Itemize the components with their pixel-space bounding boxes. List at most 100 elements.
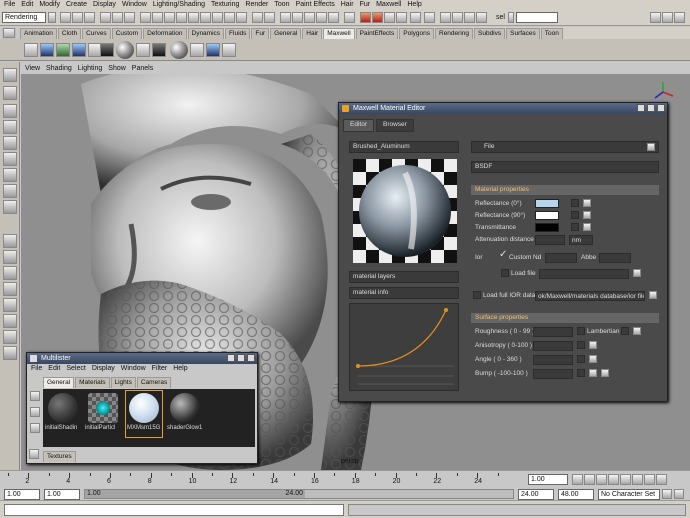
- render-view-layout-icon[interactable]: [3, 346, 17, 360]
- current-frame-input[interactable]: 1.00: [528, 474, 568, 485]
- browse-ior-folder-icon[interactable]: [649, 291, 657, 299]
- select-hierarchy-icon[interactable]: [100, 12, 111, 23]
- menu-modify[interactable]: Modify: [39, 0, 60, 10]
- maxwell-export-icon[interactable]: [222, 43, 236, 57]
- abbe-input[interactable]: [599, 253, 631, 263]
- snap-grid-icon[interactable]: [280, 12, 291, 23]
- swatch-shader-glow[interactable]: shaderGlow1: [167, 391, 203, 435]
- shelf-tab-subdivs[interactable]: Subdivs: [474, 28, 506, 39]
- snap-curve-icon[interactable]: [292, 12, 303, 23]
- go-to-end-icon[interactable]: [656, 474, 667, 485]
- material-preview-sphere-icon[interactable]: [170, 41, 188, 59]
- material-properties-header[interactable]: Material properties: [471, 185, 659, 195]
- shelf-tab-hair[interactable]: Hair: [302, 28, 323, 39]
- roughness-map-icon[interactable]: [633, 327, 641, 335]
- material-name-field[interactable]: Brushed_Aluminum: [349, 141, 459, 153]
- single-perspective-layout-icon[interactable]: [3, 234, 17, 248]
- menu-texturing[interactable]: Texturing: [211, 0, 239, 10]
- new-scene-icon[interactable]: [60, 12, 71, 23]
- viewport-menu-show[interactable]: Show: [108, 65, 126, 72]
- render-current-frame-icon[interactable]: [360, 12, 371, 23]
- bsdf-field[interactable]: BSDF: [471, 161, 659, 173]
- construction-history-icon[interactable]: [344, 12, 355, 23]
- maximize-button[interactable]: [647, 104, 655, 112]
- shelf-tab-fluids[interactable]: Fluids: [225, 28, 251, 39]
- reflectance-90-map-icon[interactable]: [583, 211, 591, 219]
- ml-swap-icon[interactable]: [29, 449, 39, 459]
- ml-display-icon[interactable]: [30, 391, 40, 401]
- lambertian-checkbox[interactable]: [621, 327, 629, 335]
- quick-selection-input[interactable]: [516, 12, 558, 23]
- step-back-frame-icon[interactable]: [596, 474, 607, 485]
- play-forwards-icon[interactable]: [620, 474, 631, 485]
- auto-key-icon[interactable]: [662, 489, 672, 499]
- mme-title-bar[interactable]: Maxwell Material Editor: [339, 103, 667, 114]
- bump-input[interactable]: [533, 369, 573, 379]
- browse-folder-icon[interactable]: [633, 269, 641, 277]
- roughness-input[interactable]: [533, 327, 573, 337]
- anisotropy-map-icon[interactable]: [589, 341, 597, 349]
- step-forward-frame-icon[interactable]: [632, 474, 643, 485]
- render-globals-icon[interactable]: [384, 12, 395, 23]
- viewport-menu-panels[interactable]: Panels: [132, 65, 153, 72]
- range-slider-handle[interactable]: 1.00 24.00: [85, 490, 305, 498]
- load-file-checkbox[interactable]: [501, 269, 509, 277]
- shelf-tab-painteffects[interactable]: PaintEffects: [355, 28, 399, 39]
- shelf-tab-animation[interactable]: Animation: [20, 28, 57, 39]
- maxwell-sky-icon[interactable]: [100, 43, 114, 57]
- shelf-tab-toon[interactable]: Toon: [540, 28, 563, 39]
- layout-single-icon[interactable]: [650, 12, 661, 23]
- menu-edit[interactable]: Edit: [21, 0, 33, 10]
- hypershade-icon[interactable]: [396, 12, 407, 23]
- select-object-icon[interactable]: [112, 12, 123, 23]
- pick-misc-icon[interactable]: [236, 12, 247, 23]
- scale-tool-icon[interactable]: [3, 152, 17, 166]
- dropdown-arrow-icon[interactable]: [48, 12, 56, 23]
- load-file-path-input[interactable]: [539, 269, 629, 279]
- menu-toon[interactable]: Toon: [274, 0, 289, 10]
- character-set-dropdown[interactable]: No Character Set: [598, 489, 660, 500]
- end-time-input[interactable]: 48.00: [558, 489, 594, 500]
- reflectance-90-swatch[interactable]: [535, 211, 559, 220]
- ml-pointer-icon[interactable]: [30, 407, 40, 417]
- menu-display[interactable]: Display: [93, 0, 116, 10]
- ml-pin-icon[interactable]: [30, 423, 40, 433]
- pick-mask-icon[interactable]: [140, 12, 151, 23]
- ml-menu-filter[interactable]: Filter: [152, 365, 168, 372]
- lasso-tool-icon[interactable]: [3, 86, 17, 100]
- pick-deformations-icon[interactable]: [200, 12, 211, 23]
- angle-map-icon[interactable]: [589, 355, 597, 363]
- playback-start-input[interactable]: 1.00: [44, 489, 80, 500]
- anisotropy-map-slot[interactable]: [577, 341, 585, 349]
- minimize-button[interactable]: [637, 104, 645, 112]
- outliner-layout-icon[interactable]: [3, 314, 17, 328]
- range-slider[interactable]: 1.00 24.00: [84, 489, 514, 499]
- angle-map-slot[interactable]: [577, 355, 585, 363]
- maxwell-render-icon[interactable]: [40, 43, 54, 57]
- close-button[interactable]: [657, 104, 665, 112]
- absolute-transform-icon[interactable]: [424, 12, 435, 23]
- shelf-tab-surfaces[interactable]: Surfaces: [506, 28, 540, 39]
- anisotropy-input[interactable]: [533, 341, 573, 351]
- shelf-tab-menu-icon[interactable]: [3, 28, 15, 38]
- menu-hair[interactable]: Hair: [341, 0, 354, 10]
- command-input[interactable]: [4, 504, 344, 516]
- ml-tab-lights[interactable]: Lights: [110, 377, 136, 388]
- material-sphere-icon[interactable]: [116, 41, 134, 59]
- pick-joints-icon[interactable]: [164, 12, 175, 23]
- menu-fur[interactable]: Fur: [360, 0, 371, 10]
- select-component-icon[interactable]: [124, 12, 135, 23]
- ml-menu-window[interactable]: Window: [121, 365, 146, 372]
- maxwell-viewer-icon[interactable]: [206, 43, 220, 57]
- tab-browser[interactable]: Browser: [375, 119, 414, 132]
- pick-rendering-icon[interactable]: [224, 12, 235, 23]
- roughness-map-slot[interactable]: [577, 327, 585, 335]
- input-line-icon[interactable]: [410, 12, 421, 23]
- menu-paint-effects[interactable]: Paint Effects: [296, 0, 335, 10]
- menu-lighting-shading[interactable]: Lighting/Shading: [153, 0, 205, 10]
- menu-render[interactable]: Render: [245, 0, 268, 10]
- paint-select-tool-icon[interactable]: [3, 104, 17, 118]
- ml-menu-help[interactable]: Help: [173, 365, 187, 372]
- menu-create[interactable]: Create: [66, 0, 87, 10]
- transmittance-map-icon[interactable]: [583, 223, 591, 231]
